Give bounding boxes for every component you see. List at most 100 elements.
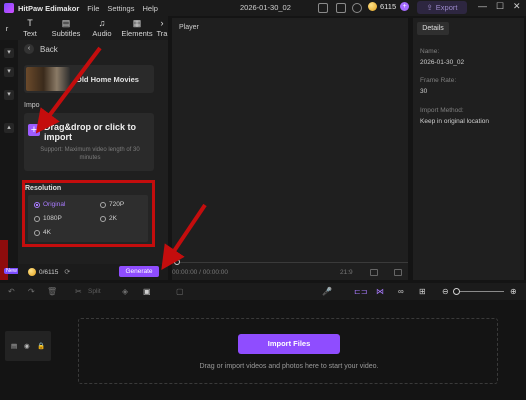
- export-button[interactable]: ⇪ Export: [417, 1, 467, 14]
- track-icon[interactable]: ▤: [11, 342, 17, 350]
- collapse-icon[interactable]: ▾: [4, 67, 14, 77]
- red-marker: [0, 240, 8, 280]
- undo-icon[interactable]: ↶: [8, 287, 15, 296]
- resolution-option-2k[interactable]: 2K: [100, 215, 117, 222]
- radio-icon: [34, 215, 40, 222]
- subtitles-icon: ▤: [61, 17, 71, 28]
- tool-more[interactable]: › Tra: [156, 16, 168, 40]
- expand-icon[interactable]: ▴: [4, 123, 14, 133]
- microphone-icon[interactable]: 🎤: [322, 287, 332, 296]
- menu-file[interactable]: File: [87, 4, 99, 13]
- resolution-option-1080p[interactable]: 1080P: [34, 215, 62, 222]
- timecode: 00:00:00 / 00:00:00: [172, 269, 229, 276]
- link-icon[interactable]: ⊏⊐: [354, 287, 367, 296]
- tool-label: Audio: [92, 28, 112, 38]
- visibility-icon[interactable]: ◉: [24, 342, 30, 350]
- tool-label: Tra: [156, 28, 168, 38]
- back-arrow-icon: ‹: [24, 44, 34, 54]
- refresh-icon[interactable]: ⟳: [64, 268, 70, 276]
- avatar[interactable]: [352, 3, 362, 13]
- redo-icon[interactable]: ↷: [28, 287, 35, 296]
- tool-subtitles[interactable]: ▤ Subtitles: [46, 16, 86, 40]
- zoom-in-icon[interactable]: ⊕: [510, 287, 517, 296]
- tool-prev[interactable]: r: [0, 16, 14, 40]
- scissors-icon[interactable]: ✂: [75, 287, 82, 296]
- credits-usage: 0/6115: [39, 268, 59, 276]
- dropzone-title: Drag&drop or click to import: [44, 122, 137, 142]
- export-label: Export: [435, 3, 458, 12]
- chain-icon[interactable]: ∞: [398, 287, 404, 296]
- tool-label: Elements: [121, 28, 153, 38]
- media-card[interactable]: Old Home Movies: [24, 65, 154, 93]
- fullscreen-icon[interactable]: [394, 269, 402, 276]
- lock-icon[interactable]: 🔒: [37, 342, 45, 350]
- new-badge: New: [4, 268, 20, 274]
- frame-rate-label: Frame Rate:: [420, 77, 457, 84]
- zoom-out-icon[interactable]: ⊖: [442, 287, 449, 296]
- zoom-slider[interactable]: [458, 291, 504, 292]
- tool-text[interactable]: T Text: [14, 16, 46, 40]
- resolution-option-720p[interactable]: 720P: [100, 201, 124, 208]
- title-bar: HitPaw Edimakor File Settings Help 2026-…: [0, 0, 526, 16]
- chevron-right-icon: ›: [160, 17, 164, 28]
- tool-bar: r T Text ▤ Subtitles ♫ Audio ▦ Elements …: [0, 16, 168, 40]
- timeline-drop-area[interactable]: Import Files Drag or import videos and p…: [78, 318, 498, 384]
- track-header: ▤ ◉ 🔒: [5, 331, 51, 361]
- drop-hint: Drag or import videos and photos here to…: [199, 363, 379, 370]
- import-dropzone[interactable]: + Drag&drop or click to import Support: …: [24, 113, 154, 171]
- back-button[interactable]: ‹ Back: [24, 44, 58, 54]
- left-strip: ▾ ▾ ▾ ▴ New: [0, 40, 20, 280]
- text-icon: T: [27, 17, 33, 28]
- generate-button[interactable]: Generate: [119, 266, 159, 277]
- close-icon[interactable]: ✕: [513, 1, 521, 12]
- media-thumbnail: [26, 67, 70, 91]
- screen-icon[interactable]: [318, 3, 328, 13]
- maximize-icon[interactable]: ☐: [496, 1, 504, 12]
- playback-progress-track[interactable]: [172, 262, 408, 263]
- panel-footer: 0/6115 ⟳ Generate: [18, 264, 168, 280]
- name-value: 2026-01-30_02: [420, 59, 465, 66]
- message-icon[interactable]: [336, 3, 346, 13]
- fit-icon[interactable]: ⊞: [419, 287, 426, 296]
- resolution-option-4k[interactable]: 4K: [34, 229, 51, 236]
- magnet-icon[interactable]: ⋈: [376, 287, 384, 296]
- playhead-handle[interactable]: [174, 259, 180, 265]
- back-label: Back: [40, 44, 58, 54]
- credits-value: 6115: [380, 2, 397, 11]
- credits-display[interactable]: 6115 +: [368, 2, 410, 11]
- resolution-title: Resolution: [25, 185, 62, 192]
- resolution-options: Original 720P 1080P 2K 4K: [28, 195, 148, 242]
- elements-icon: ▦: [132, 17, 142, 28]
- shield-icon[interactable]: ◈: [122, 287, 128, 296]
- audio-icon: ♫: [98, 17, 106, 28]
- aspect-ratio[interactable]: 21:9: [340, 269, 353, 276]
- tab-details[interactable]: Details: [417, 22, 449, 35]
- minimize-icon[interactable]: —: [478, 1, 487, 11]
- tool-audio[interactable]: ♫ Audio: [86, 16, 118, 40]
- add-credits-icon[interactable]: +: [400, 2, 410, 11]
- delete-icon[interactable]: 🗑: [47, 287, 57, 296]
- coin-icon: [28, 268, 36, 276]
- resolution-option-original[interactable]: Original: [34, 201, 65, 208]
- timeline-toolbar: ↶ ↷ 🗑 ✂ Split ◈ ▣ ▢ 🎤 ⊏⊐ ⋈ ∞ ⊞ ⊖ ⊕: [0, 283, 526, 300]
- caption-icon[interactable]: ▢: [176, 287, 184, 296]
- name-label: Name:: [420, 48, 440, 55]
- menu-help[interactable]: Help: [142, 4, 157, 13]
- text-tool-icon[interactable]: ▣: [143, 287, 151, 296]
- snapshot-icon[interactable]: [370, 269, 378, 276]
- menu-settings[interactable]: Settings: [107, 4, 134, 13]
- details-panel: Details Name: 2026-01-30_02 Frame Rate: …: [413, 18, 524, 280]
- tool-elements[interactable]: ▦ Elements: [118, 16, 156, 40]
- collapse-icon[interactable]: ▾: [4, 48, 14, 58]
- resolution-section: Resolution Original 720P 1080P 2K 4K: [22, 180, 155, 247]
- split-label[interactable]: Split: [88, 288, 101, 295]
- radio-selected-icon: [34, 201, 40, 208]
- import-method-label: Import Method:: [420, 107, 464, 114]
- collapse-icon[interactable]: ▾: [4, 90, 14, 100]
- import-method-value: Keep in original location: [420, 118, 490, 125]
- export-icon: ⇪: [426, 3, 433, 12]
- frame-rate-value: 30: [420, 88, 428, 95]
- import-files-button[interactable]: Import Files: [238, 334, 340, 354]
- zoom-slider-handle[interactable]: [453, 288, 460, 295]
- coin-icon: [368, 2, 377, 11]
